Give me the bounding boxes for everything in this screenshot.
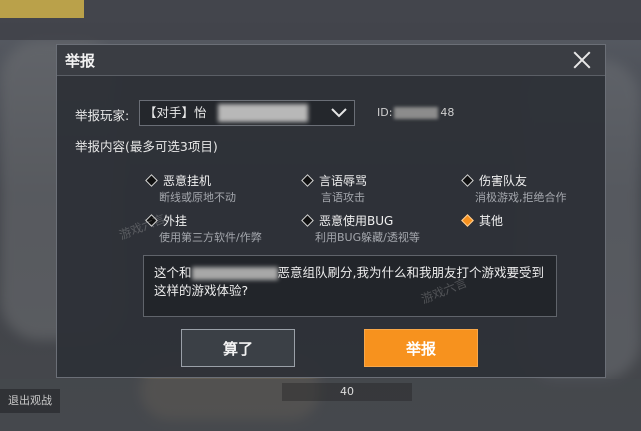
cancel-button[interactable]: 算了 [181,329,295,367]
option-title: 其他 [479,214,504,228]
checkbox-diamond-icon [301,174,314,187]
player-id-suffix: 48 [440,106,455,119]
redaction [191,267,278,280]
exit-spectate-button[interactable]: 退出观战 [0,389,60,413]
option-title: 言语辱骂 [319,174,368,188]
dialog-header: 举报 [57,45,605,76]
option-desc: 消极游戏,拒绝合作 [475,191,567,204]
option-title: 伤害队友 [479,174,528,188]
dialog-title: 举报 [65,52,96,70]
report-dialog: 举报 举报玩家: 【对手】怡 ID: 48 举报内容(最多可选3项目) 恶意挂机 … [56,44,606,378]
option-title: 恶意使用BUG [319,214,394,228]
checkbox-diamond-selected-icon [461,214,474,227]
checkbox-diamond-icon [461,174,474,187]
option-title: 恶意挂机 [163,174,212,188]
option-desc: 使用第三方软件/作弊 [159,231,262,244]
player-id: ID: 48 [377,106,454,119]
close-icon[interactable] [569,47,595,73]
redaction [394,107,439,119]
player-select-value: 【对手】 [144,105,195,120]
option-desc: 利用BUG躲藏/透视等 [315,231,420,244]
option-desc: 断线或原地不动 [159,191,236,204]
redaction [218,104,308,122]
content-label: 举报内容(最多可选3项目) [75,139,218,154]
hud-top-bar [0,0,641,40]
player-id-prefix: ID: [377,106,393,119]
hud-badge [0,0,84,18]
report-text-before: 这个和 [154,265,192,280]
option-title: 外挂 [163,214,188,228]
report-text-input[interactable]: 这个和 恶意组队刷分,我为什么和我朋友打个游戏要受到这样的游戏体验? [143,255,557,317]
game-screen: 退出观战 40 举报 举报玩家: 【对手】怡 ID: 48 举报内容(最多可选3项… [0,0,641,431]
player-select[interactable]: 【对手】怡 [139,100,355,126]
report-button[interactable]: 举报 [364,329,478,367]
hud-counter: 40 [282,383,412,401]
checkbox-diamond-icon [301,214,314,227]
option-desc: 言语攻击 [321,191,365,204]
player-select-value-tail: 怡 [194,105,207,120]
checkbox-diamond-icon [145,174,158,187]
chevron-down-icon [331,108,347,118]
player-label: 举报玩家: [75,108,130,123]
